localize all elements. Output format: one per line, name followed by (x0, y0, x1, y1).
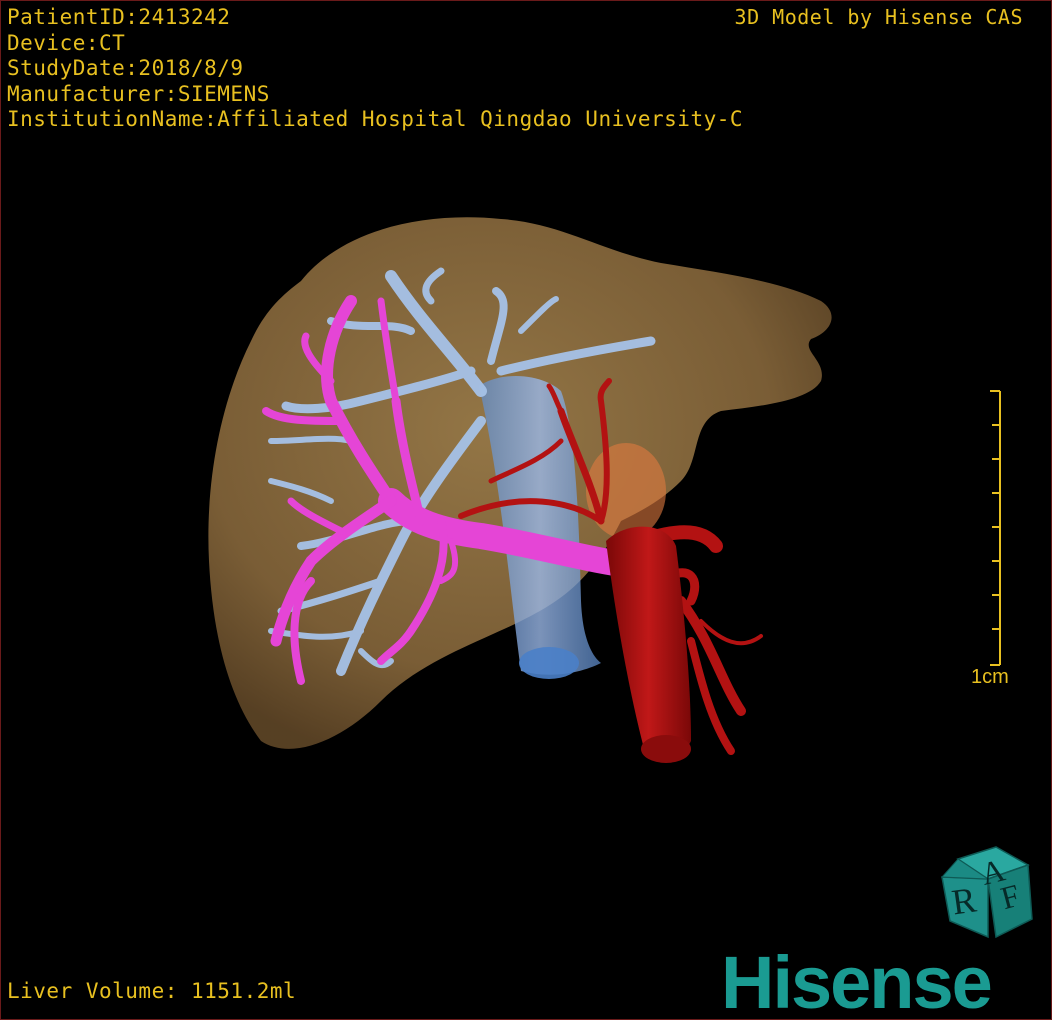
patient-id: PatientID:2413242 (7, 5, 231, 29)
liver-3d-model[interactable] (1, 1, 1051, 1019)
manufacturer: Manufacturer:SIEMENS (7, 81, 270, 106)
3d-viewport[interactable]: PatientID:2413242 Device:CT StudyDate:20… (0, 0, 1052, 1020)
scale-bar (990, 390, 1001, 666)
hisense-logo: Hisense (721, 941, 993, 1020)
orientation-cube[interactable]: R A F (936, 841, 1036, 941)
device: Device:CT (7, 30, 126, 55)
scale-bar-label: 1cm (971, 666, 1009, 688)
patient-info-overlay: PatientID:2413242 Device:CT StudyDate:20… (7, 5, 743, 133)
aorta (606, 526, 691, 761)
gallbladder (586, 443, 666, 539)
model-credit: 3D Model by Hisense CAS (734, 5, 1023, 29)
liver-volume: Liver Volume: 1151.2ml (7, 979, 297, 1003)
institution-name: InstitutionName:Affiliated Hospital Qing… (7, 107, 744, 131)
study-date: StudyDate:2018/8/9 (7, 56, 244, 80)
